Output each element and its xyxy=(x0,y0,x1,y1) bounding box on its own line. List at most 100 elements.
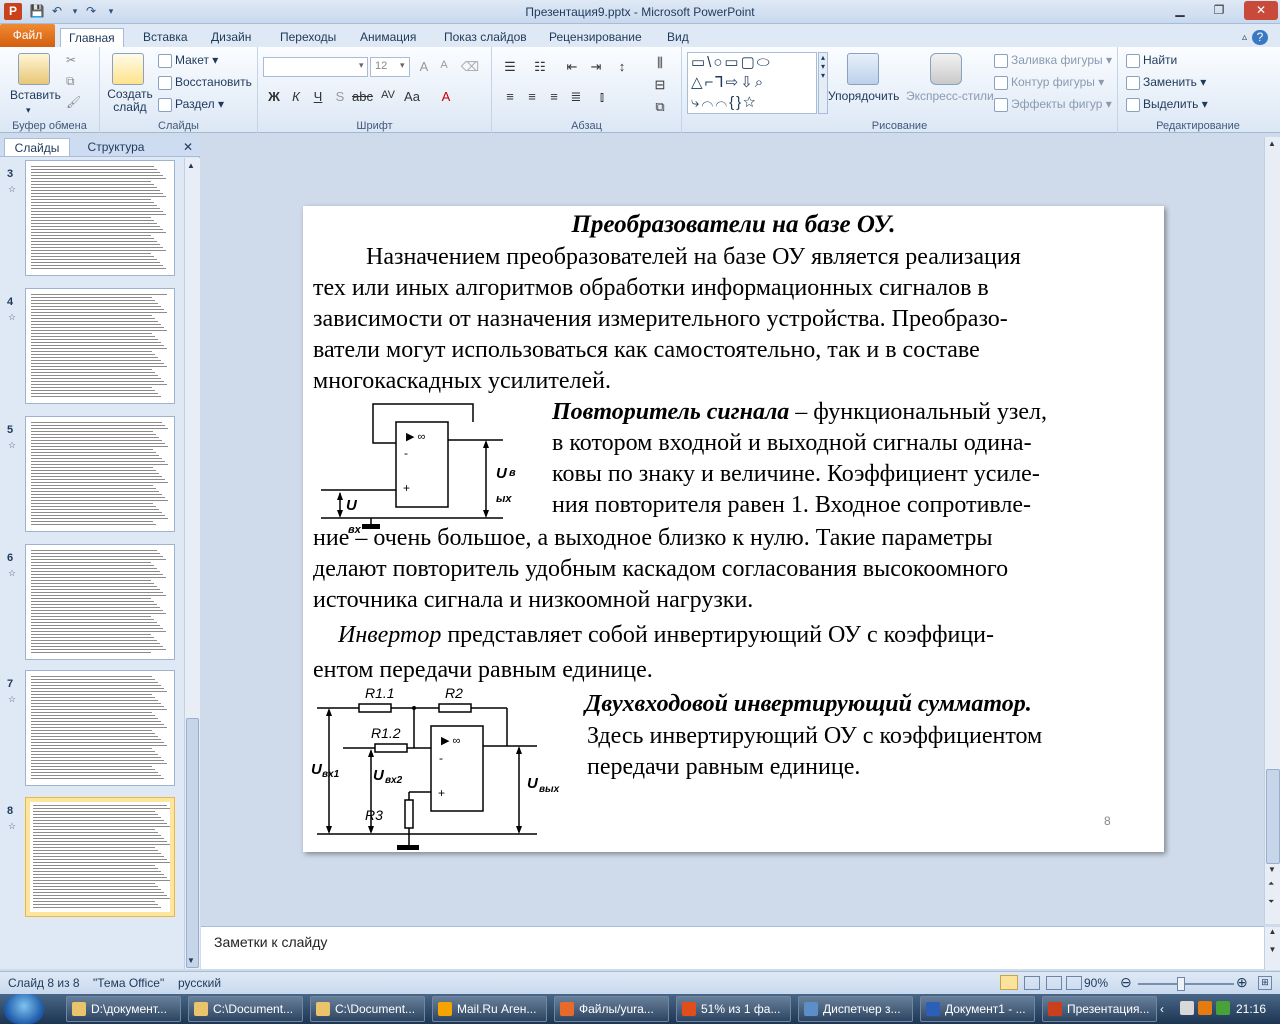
language-indicator[interactable]: русский xyxy=(178,976,221,990)
slideshow-view-icon[interactable] xyxy=(1066,976,1082,990)
tab-animation[interactable]: Анимация xyxy=(352,28,424,47)
slides-panel-scroll-thumb[interactable] xyxy=(186,718,199,968)
tray-expand-icon[interactable]: ‹ xyxy=(1160,1002,1164,1016)
taskbar-button[interactable]: 51% из 1 фа... xyxy=(676,996,791,1022)
slide-thumbnail[interactable] xyxy=(25,288,175,404)
taskbar-button[interactable]: Презентация... xyxy=(1042,996,1157,1022)
tab-home[interactable]: Главная xyxy=(60,28,124,48)
scroll-up-icon[interactable]: ▲ xyxy=(187,161,195,170)
taskbar-button[interactable]: Файлы/yura... xyxy=(554,996,669,1022)
text-direction-icon[interactable]: ⫼ xyxy=(650,55,670,71)
numbering-icon[interactable]: ☷ xyxy=(530,59,550,75)
italic-icon[interactable]: К xyxy=(286,89,306,104)
font-size-dropdown-icon[interactable]: ▾ xyxy=(400,60,405,71)
taskbar-button[interactable]: Диспетчер з... xyxy=(798,996,913,1022)
align-center-icon[interactable]: ≡ xyxy=(522,89,542,104)
paste-dropdown-icon[interactable]: ▾ xyxy=(26,105,31,116)
font-name-dropdown-icon[interactable]: ▾ xyxy=(359,60,364,71)
zoom-out-icon[interactable]: ⊖ xyxy=(1120,974,1132,991)
paste-button[interactable]: Вставить xyxy=(10,88,61,102)
fit-slide-icon[interactable]: ⊞ xyxy=(1258,976,1272,990)
replace-button[interactable]: Заменить ▾ xyxy=(1126,75,1206,90)
font-name-combo[interactable] xyxy=(263,57,368,77)
main-scroll-down-icon[interactable]: ▼ xyxy=(1268,865,1276,874)
zoom-slider-thumb[interactable] xyxy=(1177,977,1186,991)
slide-thumbnail[interactable] xyxy=(25,670,175,786)
new-slide-button[interactable]: Создать слайд xyxy=(106,88,154,114)
normal-view-icon[interactable] xyxy=(1000,975,1018,990)
slide-thumbnail[interactable] xyxy=(25,160,175,276)
quick-styles-button[interactable]: Экспресс-стили xyxy=(906,89,994,103)
grow-font-icon[interactable]: A xyxy=(414,59,434,74)
zoom-in-icon[interactable]: ⊕ xyxy=(1236,974,1248,991)
clock[interactable]: 21:16 xyxy=(1236,1002,1266,1016)
zoom-slider[interactable] xyxy=(1138,977,1234,991)
clear-format-icon[interactable]: ⌫ xyxy=(460,59,480,75)
bullets-icon[interactable]: ☰ xyxy=(500,59,520,75)
tab-transitions[interactable]: Переходы xyxy=(272,28,344,47)
tab-review[interactable]: Рецензирование xyxy=(541,28,650,47)
section-button[interactable]: Раздел ▾ xyxy=(158,97,224,112)
arrange-icon[interactable] xyxy=(847,53,879,85)
justify-icon[interactable]: ≣ xyxy=(566,89,586,105)
align-text-icon[interactable]: ⊟ xyxy=(650,77,670,93)
taskbar-button[interactable]: C:\Document... xyxy=(310,996,425,1022)
slide-thumbnail[interactable] xyxy=(25,797,175,917)
close-panel-icon[interactable]: ✕ xyxy=(180,138,196,156)
tray-app-icon-2[interactable] xyxy=(1198,1001,1212,1015)
cut-icon[interactable]: ✂ xyxy=(66,53,76,67)
tab-design[interactable]: Дизайн xyxy=(203,28,259,47)
spacing-icon[interactable]: AV xyxy=(378,89,398,101)
slide-canvas[interactable]: Преобразователи на базе ОУ. Назначением … xyxy=(303,206,1164,852)
help-icon[interactable]: ? xyxy=(1252,30,1268,45)
theme-name[interactable]: "Тема Office" xyxy=(93,976,164,990)
tab-view[interactable]: Вид xyxy=(659,28,697,47)
bold-icon[interactable]: Ж xyxy=(264,89,284,104)
shape-effects-button[interactable]: Эффекты фигур ▾ xyxy=(994,97,1112,112)
close-icon[interactable]: ✕ xyxy=(1244,1,1278,20)
taskbar-button[interactable]: Документ1 - ... xyxy=(920,996,1035,1022)
reading-view-icon[interactable] xyxy=(1046,976,1062,990)
tab-slides-panel[interactable]: Слайды xyxy=(4,138,70,156)
copy-icon[interactable]: ⧉ xyxy=(66,74,75,89)
zoom-level[interactable]: 90% xyxy=(1084,976,1108,990)
arrange-button[interactable]: Упорядочить xyxy=(828,89,899,103)
smartart-icon[interactable]: ⧉ xyxy=(650,99,670,115)
maximize-icon[interactable]: ❐ xyxy=(1205,1,1233,20)
slides-panel-scrollbar[interactable]: ▲ ▼ xyxy=(184,158,200,969)
shape-fill-button[interactable]: Заливка фигуры ▾ xyxy=(994,53,1112,68)
taskbar-button[interactable]: C:\Document... xyxy=(188,996,303,1022)
align-left-icon[interactable]: ≡ xyxy=(500,89,520,104)
taskbar-button[interactable]: Mail.Ru Аген... xyxy=(432,996,547,1022)
reset-button[interactable]: Восстановить xyxy=(158,75,252,90)
underline-icon[interactable]: Ч xyxy=(308,89,328,104)
notes-pane[interactable]: Заметки к слайду ▲ ▼ xyxy=(201,926,1280,970)
slide-thumbnail[interactable] xyxy=(25,416,175,532)
start-button[interactable] xyxy=(4,994,44,1024)
tab-slideshow[interactable]: Показ слайдов xyxy=(436,28,535,47)
previous-slide-icon[interactable]: ⏶ xyxy=(1268,879,1274,889)
tab-insert[interactable]: Вставка xyxy=(135,28,196,47)
tray-app-icon[interactable] xyxy=(1180,1001,1194,1015)
increase-indent-icon[interactable]: ⇥ xyxy=(586,59,606,75)
main-scroll-thumb[interactable] xyxy=(1266,769,1280,864)
notes-placeholder[interactable]: Заметки к слайду xyxy=(214,934,327,950)
shapes-gallery-scroll[interactable]: ▴ ▾ ▾ xyxy=(818,52,828,114)
main-scrollbar[interactable]: ▲ ▼ ⏶ ⏷ xyxy=(1264,137,1280,924)
format-painter-icon[interactable]: 🖌 xyxy=(66,95,81,109)
slide-thumbnail[interactable] xyxy=(25,544,175,660)
align-right-icon[interactable]: ≡ xyxy=(544,89,564,104)
columns-icon[interactable]: ⫾ xyxy=(592,89,612,105)
main-scroll-up-icon[interactable]: ▲ xyxy=(1268,139,1276,148)
taskbar-button[interactable]: D:\документ... xyxy=(66,996,181,1022)
font-color-icon[interactable]: A xyxy=(436,89,456,104)
line-spacing-icon[interactable]: ↕ xyxy=(612,59,632,74)
tab-file[interactable]: Файл xyxy=(0,24,55,47)
shape-outline-button[interactable]: Контур фигуры ▾ xyxy=(994,75,1104,90)
minimize-icon[interactable]: ▁ xyxy=(1166,1,1194,20)
strikethrough-icon[interactable]: abc xyxy=(352,89,373,104)
paste-icon[interactable] xyxy=(18,53,50,85)
tab-outline-panel[interactable]: Структура xyxy=(74,138,158,156)
shapes-gallery[interactable]: ▭\○▭▢⬭ △⌐⅂⇨⇩⌕ ⤷⌒⌒{}☆ xyxy=(687,52,817,114)
shrink-font-icon[interactable]: A xyxy=(434,59,454,71)
